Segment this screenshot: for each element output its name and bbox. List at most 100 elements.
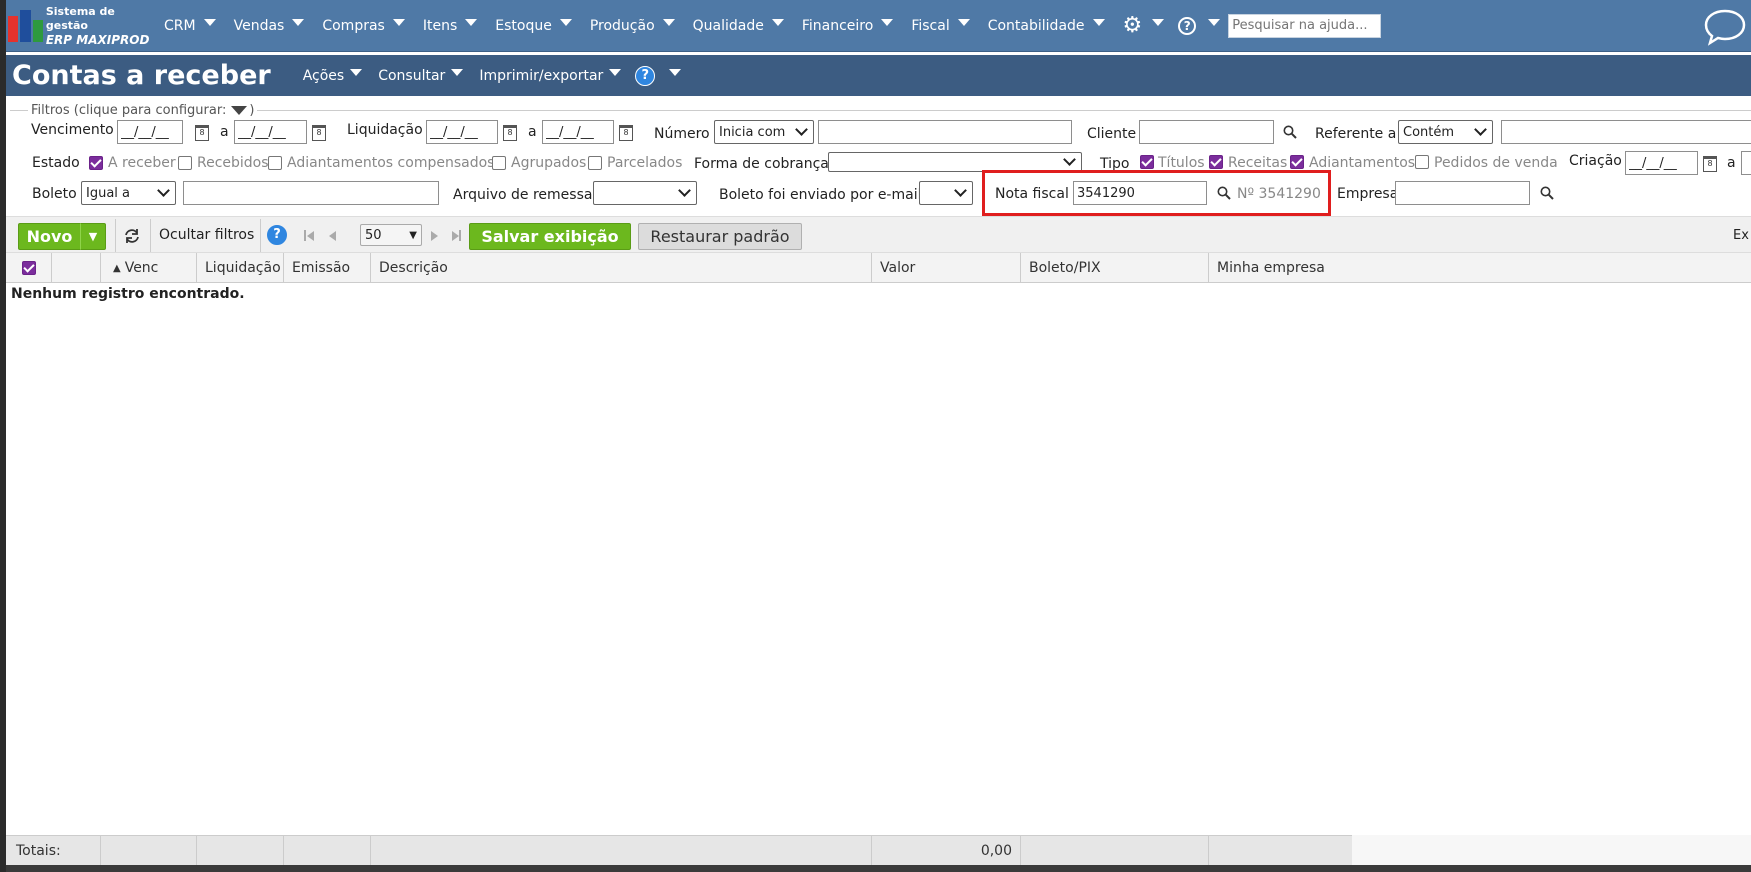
column-valor[interactable]: Valor xyxy=(872,253,1021,283)
estado-agrupados-checkbox[interactable] xyxy=(492,156,506,170)
column-venc[interactable]: ▲ Venc xyxy=(101,253,197,283)
imprimir-exportar-menu[interactable]: Imprimir/exportar xyxy=(471,68,629,84)
toolbar-help-icon[interactable]: ? xyxy=(267,225,287,245)
gear-icon[interactable]: ⚙ xyxy=(1113,13,1143,38)
menu-producao[interactable]: Produção xyxy=(580,18,683,34)
liquidacao-from-input[interactable] xyxy=(426,120,498,144)
numero-mode-select[interactable]: Inicia com xyxy=(714,120,814,144)
boleto-mode-select[interactable]: Igual a xyxy=(81,181,176,205)
caret-down-icon xyxy=(350,69,363,76)
vencimento-label: Vencimento xyxy=(31,122,114,138)
tipo-receitas-label: Receitas xyxy=(1228,155,1288,171)
numero-input[interactable] xyxy=(818,120,1072,144)
estado-adiantamentos-checkbox[interactable] xyxy=(268,156,282,170)
menu-contabilidade[interactable]: Contabilidade xyxy=(978,18,1113,34)
column-emissao[interactable]: Emissão xyxy=(284,253,371,283)
column-minha-empresa[interactable]: Minha empresa xyxy=(1209,253,1751,283)
cliente-label: Cliente xyxy=(1087,126,1137,142)
tipo-receitas-checkbox[interactable] xyxy=(1209,155,1223,169)
empresa-input[interactable] xyxy=(1395,181,1530,205)
calendar-icon[interactable]: 8 xyxy=(1703,156,1717,172)
referente-input[interactable] xyxy=(1501,120,1751,144)
settings-caret-icon[interactable] xyxy=(1152,19,1165,26)
forma-cobranca-select[interactable] xyxy=(828,152,1082,172)
consultar-menu[interactable]: Consultar xyxy=(370,68,471,84)
menu-vendas[interactable]: Vendas xyxy=(224,18,313,34)
arquivo-remessa-label: Arquivo de remessa xyxy=(453,187,593,203)
ocultar-filtros-button[interactable]: Ocultar filtros xyxy=(159,227,254,243)
estado-recebidos-checkbox[interactable] xyxy=(178,156,192,170)
caret-down-icon xyxy=(465,19,478,26)
filters-legend[interactable]: Filtros (clique para configurar: ) xyxy=(28,103,258,118)
novo-dropdown-button[interactable]: ▼ xyxy=(80,223,106,250)
empty-table-message: Nenhum registro encontrado. xyxy=(11,286,245,302)
prev-page-icon[interactable] xyxy=(329,231,336,241)
next-page-icon[interactable] xyxy=(431,231,438,241)
column-descricao[interactable]: Descrição xyxy=(371,253,872,283)
logo-line1: Sistema de gestão xyxy=(45,4,115,32)
nota-fiscal-input[interactable] xyxy=(1073,181,1207,205)
refresh-icon[interactable] xyxy=(123,228,141,244)
help-search-input[interactable] xyxy=(1228,13,1382,38)
logo[interactable]: Sistema de gestão ERP MAXIPROD xyxy=(6,5,154,47)
menu-crm[interactable]: CRM xyxy=(154,18,224,34)
menu-itens[interactable]: Itens xyxy=(413,18,485,34)
chat-bubble-icon[interactable] xyxy=(1703,8,1747,46)
tipo-adiantamentos-checkbox[interactable] xyxy=(1290,155,1304,169)
restaurar-padrao-button[interactable]: Restaurar padrão xyxy=(638,223,802,250)
main-menu: CRM Vendas Compras Itens Estoque Produçã… xyxy=(154,13,1382,38)
calendar-icon[interactable]: 8 xyxy=(503,125,517,141)
caret-down-icon xyxy=(957,19,970,26)
caret-down-icon xyxy=(881,19,894,26)
first-page-icon[interactable] xyxy=(307,231,314,241)
caret-down-icon xyxy=(392,19,405,26)
select-all-checkbox[interactable] xyxy=(21,261,36,275)
menu-qualidade[interactable]: Qualidade xyxy=(683,18,792,34)
calendar-icon[interactable]: 8 xyxy=(312,125,326,141)
search-icon[interactable] xyxy=(1540,186,1554,200)
calendar-icon[interactable]: 8 xyxy=(619,125,633,141)
column-boleto-pix[interactable]: Boleto/PIX xyxy=(1021,253,1209,283)
caret-down-icon: ▼ xyxy=(409,229,417,241)
help-caret-icon[interactable] xyxy=(1208,19,1221,26)
tipo-titulos-checkbox[interactable] xyxy=(1140,155,1154,169)
funnel-icon[interactable] xyxy=(231,106,248,115)
calendar-icon[interactable]: 8 xyxy=(195,125,209,141)
liquidacao-to-input[interactable] xyxy=(542,120,614,144)
tipo-pedidos-venda-checkbox[interactable] xyxy=(1415,155,1429,169)
referente-mode-select[interactable]: Contém xyxy=(1398,120,1493,144)
caret-down-icon xyxy=(451,69,464,76)
menu-estoque[interactable]: Estoque xyxy=(485,18,580,34)
logo-mark-icon xyxy=(8,9,43,42)
vencimento-to-input[interactable] xyxy=(234,120,307,144)
acoes-menu[interactable]: Ações xyxy=(295,68,371,84)
column-liquidacao[interactable]: Liquidação xyxy=(197,253,284,283)
criacao-to-input[interactable] xyxy=(1741,151,1751,175)
boleto-label: Boleto xyxy=(32,186,77,202)
horizontal-scrollbar[interactable] xyxy=(1352,835,1751,865)
salvar-exibicao-button[interactable]: Salvar exibição xyxy=(469,223,631,250)
search-icon[interactable] xyxy=(1283,125,1297,139)
boleto-email-select[interactable] xyxy=(919,181,973,205)
last-page-icon[interactable] xyxy=(452,231,459,241)
page-help-icon[interactable]: ? xyxy=(635,65,656,86)
menu-financeiro[interactable]: Financeiro xyxy=(792,18,901,34)
export-link[interactable]: Ex xyxy=(1733,228,1749,243)
criacao-from-input[interactable] xyxy=(1625,151,1698,175)
chevron-down-icon xyxy=(1063,153,1076,166)
menu-compras[interactable]: Compras xyxy=(312,18,413,34)
page-help-caret-icon[interactable] xyxy=(669,69,682,76)
cliente-input[interactable] xyxy=(1139,120,1274,144)
page-size-select[interactable]: 50 ▼ xyxy=(360,224,422,246)
estado-a-receber-checkbox[interactable] xyxy=(89,156,103,170)
arquivo-remessa-select[interactable] xyxy=(593,181,697,205)
help-circle-icon[interactable]: ? xyxy=(1178,16,1197,35)
estado-parcelados-checkbox[interactable] xyxy=(588,156,602,170)
search-icon[interactable] xyxy=(1217,186,1231,200)
date-range-separator: a xyxy=(1727,155,1736,171)
menu-fiscal[interactable]: Fiscal xyxy=(901,18,977,34)
caret-down-icon xyxy=(771,19,784,26)
novo-button[interactable]: Novo xyxy=(18,223,80,250)
boleto-input[interactable] xyxy=(183,181,439,205)
vencimento-from-input[interactable] xyxy=(117,120,183,144)
